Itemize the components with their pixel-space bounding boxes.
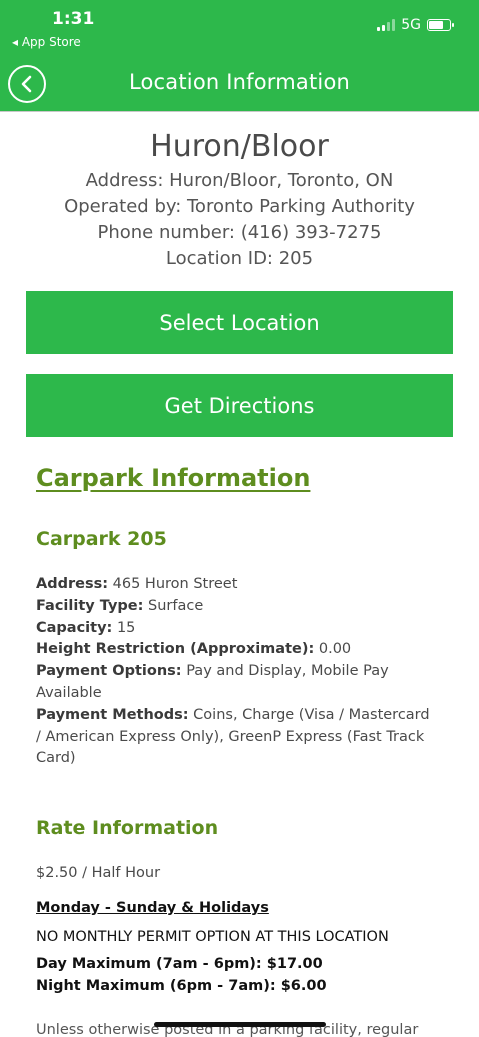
rate-days: Monday - Sunday & Holidays xyxy=(36,900,269,916)
signal-icon xyxy=(377,19,396,31)
location-operator: Operated by: Toronto Parking Authority xyxy=(64,196,415,217)
navigation-bar: Location Information xyxy=(0,56,479,112)
carpark-subheading: Carpark 205 xyxy=(36,528,167,550)
night-maximum: Night Maximum (6pm - 7am): $6.00 xyxy=(36,978,327,994)
rate-price: $2.50 / Half Hour xyxy=(36,865,161,881)
page-title: Location Information xyxy=(128,70,351,94)
day-maximum: Day Maximum (7am - 6pm): $17.00 xyxy=(36,956,323,972)
battery-icon xyxy=(427,19,454,31)
network-type: 5G xyxy=(401,17,421,33)
select-location-button[interactable]: Select Location xyxy=(26,291,453,354)
detail-payment-methods: Payment Methods: Coins, Charge (Visa / M… xyxy=(36,706,430,767)
no-monthly-permit-notice: NO MONTHLY PERMIT OPTION AT THIS LOCATIO… xyxy=(36,929,389,945)
location-phone[interactable]: Phone number: (416) 393-7275 xyxy=(0,222,479,243)
location-address: Address: Huron/Bloor, Toronto, ON xyxy=(85,170,394,191)
status-time: 1:31 xyxy=(52,9,95,29)
back-to-app-store-link[interactable]: ◂ App Store xyxy=(12,35,81,49)
carpark-details: Address: 465 Huron Street Facility Type:… xyxy=(36,574,436,770)
detail-height-restriction: Height Restriction (Approximate): 0.00 xyxy=(36,641,352,658)
location-id: Location ID: 205 xyxy=(165,248,314,269)
status-bar: 1:31 ◂ App Store 5G xyxy=(0,0,479,56)
rate-information-heading: Rate Information xyxy=(36,817,219,839)
status-indicators: 5G xyxy=(377,17,454,33)
detail-payment-options: Payment Options: Pay and Display, Mobile… xyxy=(36,663,389,701)
detail-capacity: Capacity: 15 xyxy=(36,619,136,636)
detail-address: Address: 465 Huron Street xyxy=(36,576,238,592)
detail-facility-type: Facility Type: Surface xyxy=(36,597,204,614)
get-directions-button[interactable]: Get Directions xyxy=(26,374,453,437)
location-name: Huron/Bloor xyxy=(150,129,329,164)
home-indicator[interactable] xyxy=(154,1022,326,1027)
carpark-information-heading: Carpark Information xyxy=(36,464,311,492)
